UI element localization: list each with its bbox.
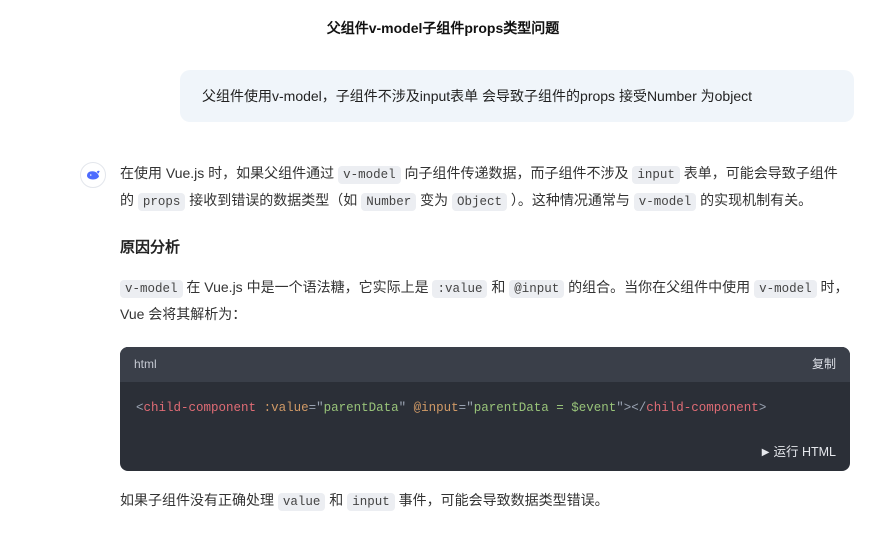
tok: = xyxy=(309,401,317,415)
code-language-label: html xyxy=(134,353,157,376)
tok: < xyxy=(136,401,144,415)
inline-code: input xyxy=(632,166,680,184)
section-heading: 原因分析 xyxy=(120,233,850,262)
text: 变为 xyxy=(416,192,452,208)
paragraph-3: 如果子组件没有正确处理 value 和 input 事件，可能会导致数据类型错误… xyxy=(120,487,850,514)
tok: > xyxy=(759,401,767,415)
tok: " xyxy=(616,401,624,415)
copy-button[interactable]: 复制 xyxy=(812,353,836,376)
text: 在使用 Vue.js 时，如果父组件通过 xyxy=(120,165,338,181)
inline-code: Object xyxy=(452,193,507,211)
tok xyxy=(256,401,264,415)
tok: parentData xyxy=(324,401,399,415)
inline-code: @input xyxy=(509,280,564,298)
paragraph-1: 在使用 Vue.js 时，如果父组件通过 v-model 向子组件传递数据，而子… xyxy=(120,160,850,215)
run-label: 运行 HTML xyxy=(773,440,836,464)
play-icon: ▶ xyxy=(762,443,770,463)
tok: " xyxy=(399,401,407,415)
inline-code: props xyxy=(138,193,186,211)
inline-code: v-model xyxy=(634,193,697,211)
text: 和 xyxy=(325,492,347,508)
text: 如果子组件没有正确处理 xyxy=(120,492,278,508)
tok: child-component xyxy=(144,401,257,415)
text: 向子组件传递数据，而子组件不涉及 xyxy=(401,165,633,181)
paragraph-2: v-model 在 Vue.js 中是一个语法糖，它实际上是 :value 和 … xyxy=(120,274,850,329)
text: 接收到错误的数据类型（如 xyxy=(185,192,361,208)
tok: </ xyxy=(631,401,646,415)
avatar xyxy=(80,162,106,188)
inline-code: v-model xyxy=(120,280,183,298)
tok: " xyxy=(316,401,324,415)
inline-code: :value xyxy=(432,280,487,298)
text: 事件，可能会导致数据类型错误。 xyxy=(395,492,609,508)
tok xyxy=(406,401,414,415)
question-box: 父组件使用v-model，子组件不涉及input表单 会导致子组件的props … xyxy=(180,70,854,122)
answer-content: 在使用 Vue.js 时，如果父组件通过 v-model 向子组件传递数据，而子… xyxy=(120,160,850,532)
tok: " xyxy=(466,401,474,415)
inline-code: input xyxy=(347,493,395,511)
text: ）。这种情况通常与 xyxy=(507,192,634,208)
answer-block: 在使用 Vue.js 时，如果父组件通过 v-model 向子组件传递数据，而子… xyxy=(20,160,866,532)
tok: @input xyxy=(414,401,459,415)
code-header: html 复制 xyxy=(120,347,850,382)
page-title: 父组件v-model子组件props类型问题 xyxy=(20,18,866,38)
inline-code: v-model xyxy=(338,166,401,184)
inline-code: value xyxy=(278,493,326,511)
tok: child-component xyxy=(646,401,759,415)
inline-code: v-model xyxy=(754,280,817,298)
text: 和 xyxy=(487,279,509,295)
text: 的实现机制有关。 xyxy=(696,192,812,208)
code-body: <child-component :value="parentData" @in… xyxy=(120,382,850,434)
inline-code: Number xyxy=(361,193,416,211)
code-block: html 复制 <child-component :value="parentD… xyxy=(120,347,850,471)
tok: parentData = $event xyxy=(474,401,617,415)
tok: :value xyxy=(264,401,309,415)
run-button[interactable]: ▶ 运行 HTML xyxy=(120,434,850,470)
text: 的组合。当你在父组件中使用 xyxy=(564,279,754,295)
text: 在 Vue.js 中是一个语法糖，它实际上是 xyxy=(183,279,433,295)
whale-icon xyxy=(84,166,102,184)
